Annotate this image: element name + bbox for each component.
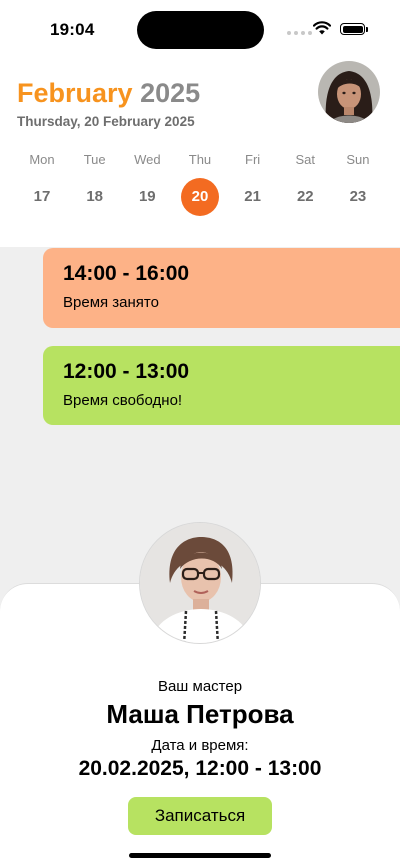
day-wed[interactable]: Wed 19	[121, 150, 173, 216]
day-fri[interactable]: Fri 21	[227, 150, 279, 216]
slot-time: 14:00 - 16:00	[63, 262, 190, 285]
user-avatar[interactable]	[318, 61, 380, 123]
selected-date-subtitle: Thursday, 20 February 2025	[17, 114, 195, 129]
day-name: Fri	[245, 152, 261, 167]
day-number: 21	[244, 188, 261, 205]
battery-icon	[340, 23, 368, 35]
page-title: February 2025	[17, 78, 200, 109]
day-mon[interactable]: Mon 17	[16, 150, 68, 216]
day-name: Sun	[346, 152, 370, 167]
slot-time: 12:00 - 13:00	[63, 360, 190, 383]
day-name: Thu	[188, 152, 212, 167]
time-slot-busy[interactable]: 14:00 - 16:00 Время занято	[43, 248, 400, 328]
day-number: 18	[86, 188, 103, 205]
datetime-label: Дата и время:	[151, 737, 249, 754]
user-avatar-image	[318, 61, 380, 123]
slot-status: Время занято	[63, 294, 159, 311]
day-name: Tue	[83, 152, 106, 167]
selected-datetime: 20.02.2025, 12:00 - 13:00	[78, 757, 322, 780]
master-name: Маша Петрова	[106, 699, 294, 729]
master-label: Ваш мастер	[157, 678, 243, 695]
day-thu-selected[interactable]: Thu 20	[174, 150, 226, 216]
day-name: Sat	[295, 152, 316, 167]
cellular-signal-icon	[287, 31, 312, 35]
week-strip: Mon 17 Tue 18 Wed 19 Thu 20 Fri 21 Sat 2…	[16, 150, 384, 216]
day-number: 19	[138, 188, 156, 205]
book-button[interactable]: Записаться	[128, 797, 272, 835]
day-sat[interactable]: Sat 22	[279, 150, 331, 216]
day-number: 23	[349, 188, 367, 205]
day-sun[interactable]: Sun 23	[332, 150, 384, 216]
home-indicator[interactable]	[129, 853, 271, 858]
day-number: 22	[296, 188, 314, 205]
status-bar: 19:04	[0, 0, 400, 60]
year-label: 2025	[140, 78, 201, 108]
month-label: February	[17, 78, 133, 108]
day-number: 20	[180, 178, 219, 216]
wifi-icon	[313, 21, 331, 35]
day-name: Wed	[134, 152, 161, 167]
day-name: Mon	[29, 152, 55, 167]
day-number: 17	[33, 188, 51, 205]
time-slot-free[interactable]: 12:00 - 13:00 Время свободно!	[43, 346, 400, 425]
dynamic-island	[137, 11, 264, 49]
slot-status: Время свободно!	[63, 392, 183, 409]
day-tue[interactable]: Tue 18	[69, 150, 121, 216]
master-avatar	[139, 522, 261, 644]
master-avatar-image	[140, 523, 260, 643]
status-time: 19:04	[50, 20, 95, 39]
